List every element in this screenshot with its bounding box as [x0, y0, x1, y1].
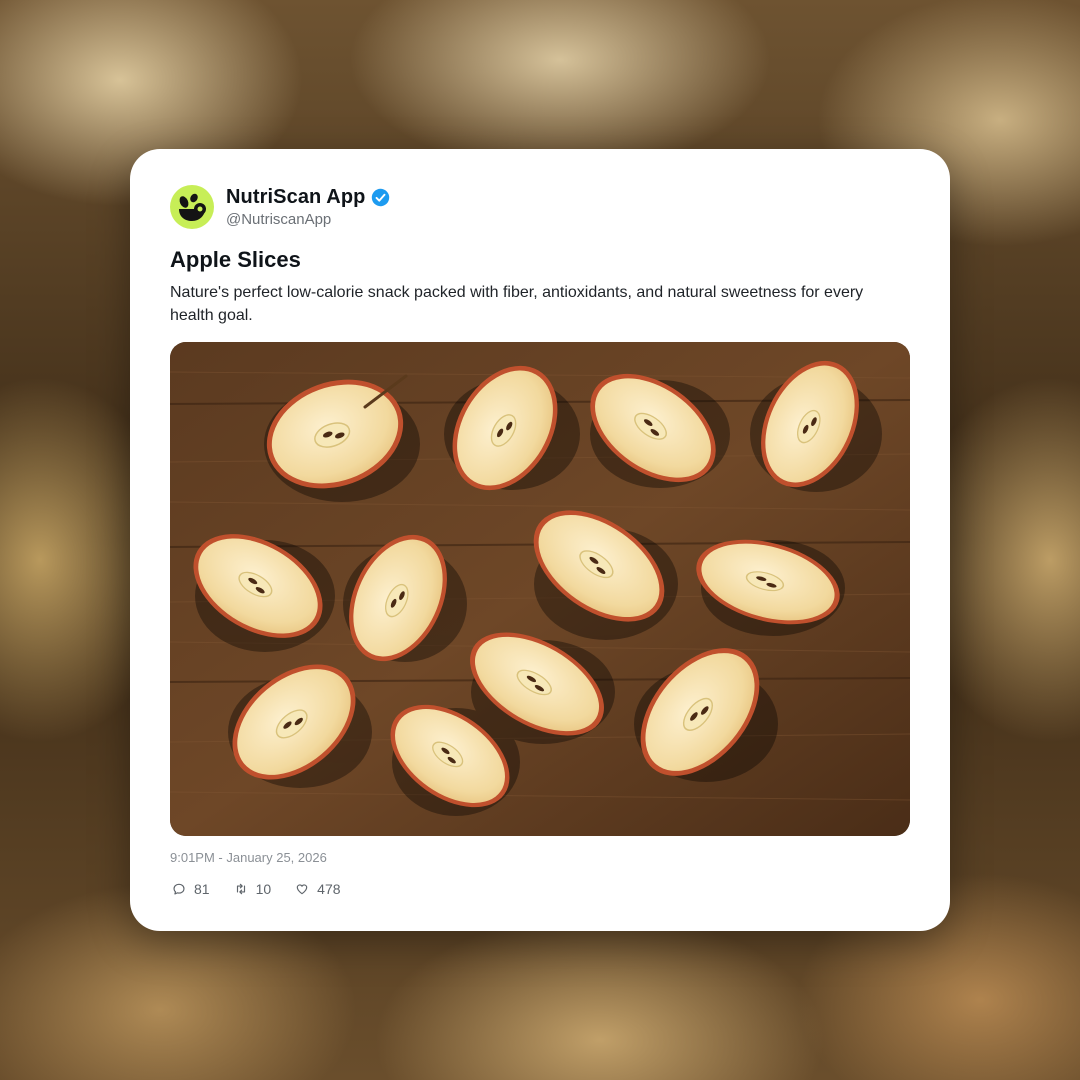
- author-handle[interactable]: @NutriscanApp: [226, 211, 331, 228]
- nutriscan-logo-icon[interactable]: [170, 185, 214, 229]
- author-name[interactable]: NutriScan App: [226, 186, 365, 209]
- engagement-bar: 81 10 478: [172, 881, 365, 897]
- repost-icon: [236, 883, 245, 895]
- apple-slices-photo[interactable]: [170, 342, 910, 836]
- comment-icon: [173, 883, 185, 895]
- verified-badge-icon: [371, 188, 390, 207]
- reply-count: 81: [194, 881, 210, 897]
- post-body: Nature's perfect low-calorie snack packe…: [170, 284, 864, 324]
- post-title: Apple Slices: [170, 247, 301, 272]
- heart-icon: [296, 884, 308, 895]
- post-card: NutriScan App @NutriscanApp Apple Slices…: [130, 149, 950, 931]
- repost-button[interactable]: 10: [234, 881, 272, 897]
- like-button[interactable]: 478: [295, 881, 341, 897]
- like-count: 478: [317, 881, 341, 897]
- reply-button[interactable]: 81: [172, 881, 210, 897]
- repost-count: 10: [255, 881, 272, 897]
- post-timestamp: 9:01PM - January 25, 2026: [170, 850, 327, 865]
- author-name-row: NutriScan App: [226, 186, 390, 209]
